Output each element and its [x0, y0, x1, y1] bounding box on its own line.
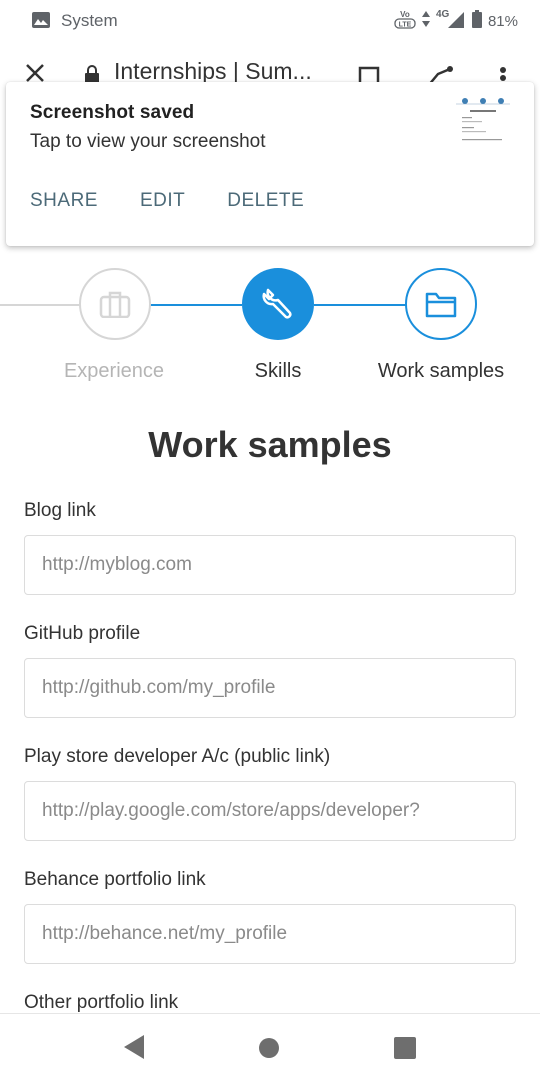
step-experience[interactable] [79, 268, 151, 340]
status-bar: System Vo LTE 4G 81% [0, 0, 540, 42]
back-icon[interactable] [122, 1034, 146, 1065]
svg-text:LTE: LTE [399, 21, 412, 28]
battery-percent: 81% [487, 12, 518, 30]
network-type: 4G [436, 9, 450, 20]
behance-portfolio-label: Behance portfolio link [24, 869, 206, 890]
recents-icon[interactable] [394, 1037, 416, 1064]
home-icon[interactable] [258, 1037, 280, 1064]
step-label-work-samples: Work samples [377, 360, 505, 382]
step-label-experience: Experience [63, 360, 165, 382]
stepper-line-start [0, 304, 80, 306]
tab-title[interactable]: Internships | Sum... [114, 58, 312, 85]
play-store-input[interactable] [24, 781, 516, 841]
notification-text: Tap to view your screenshot [30, 131, 266, 152]
blog-link-label: Blog link [24, 500, 96, 521]
github-profile-label: GitHub profile [24, 623, 141, 644]
step-label-skills: Skills [254, 360, 302, 382]
behance-portfolio-input[interactable] [24, 904, 516, 964]
notification-actions: SHARE EDIT DELETE [30, 190, 304, 212]
gallery-icon [32, 12, 50, 28]
play-store-label: Play store developer A/c (public link) [24, 746, 331, 767]
share-button[interactable]: SHARE [30, 190, 98, 212]
stepper-line-1 [150, 304, 242, 306]
volte-icon: Vo LTE [394, 8, 416, 35]
screenshot-thumbnail[interactable] [456, 94, 510, 152]
step-work-samples[interactable] [405, 268, 477, 340]
data-activity-icon [421, 10, 430, 32]
delete-button[interactable]: DELETE [227, 190, 304, 212]
screenshot-notification[interactable]: Screenshot saved Tap to view your screen… [6, 82, 534, 246]
progress-stepper: Experience Skills Work samples [0, 262, 540, 392]
signal-icon: 4G [436, 8, 466, 35]
github-profile-input[interactable] [24, 658, 516, 718]
status-icons: Vo LTE 4G 81% [394, 9, 518, 33]
battery-icon [471, 9, 482, 33]
svg-text:Vo: Vo [400, 10, 410, 19]
notification-title: Screenshot saved [30, 102, 195, 123]
edit-button[interactable]: EDIT [140, 190, 185, 212]
navigation-bar [0, 1013, 540, 1080]
status-app-name: System [61, 11, 118, 30]
other-portfolio-label: Other portfolio link [24, 992, 179, 1013]
blog-link-input[interactable] [24, 535, 516, 595]
page-title: Work samples [148, 424, 392, 465]
step-skills[interactable] [242, 268, 314, 340]
stepper-line-2 [314, 304, 406, 306]
